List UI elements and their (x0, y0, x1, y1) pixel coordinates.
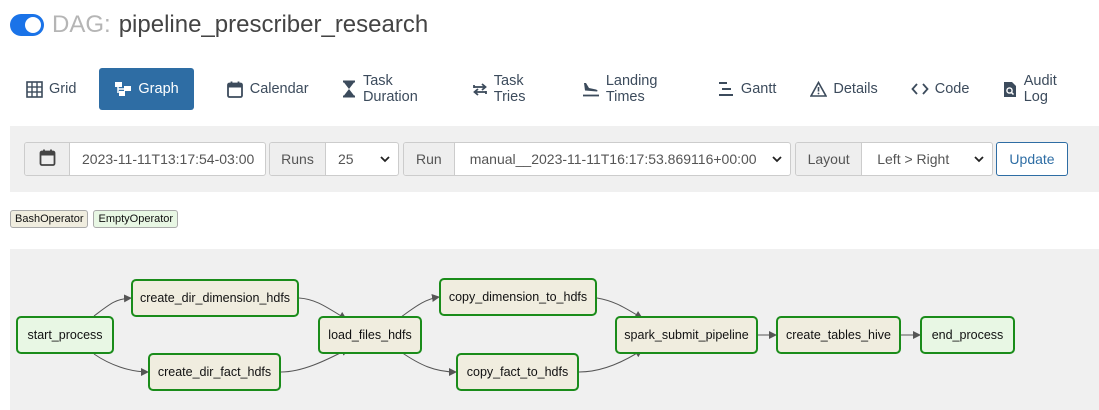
tab-task-tries[interactable]: Task Tries (462, 68, 559, 110)
task-node-create-dir-dimension-hdfs[interactable]: create_dir_dimension_hdfs (131, 279, 299, 317)
tab-code[interactable]: Code (901, 68, 980, 110)
chevron-down-icon (380, 156, 390, 163)
task-node-copy-dimension-to-hdfs[interactable]: copy_dimension_to_hdfs (439, 278, 597, 316)
task-node-load-files-hdfs[interactable]: load_files_hdfs (318, 316, 422, 354)
code-icon (911, 80, 929, 98)
edge (400, 294, 440, 318)
chevron-down-icon (772, 156, 782, 163)
dag-header: DAG: pipeline_prescriber_research (10, 10, 428, 40)
task-node-copy-fact-to-hdfs[interactable]: copy_fact_to_hdfs (456, 353, 579, 391)
runs-label: Runs (270, 143, 326, 175)
dag-pause-toggle[interactable] (10, 14, 44, 36)
edge (596, 297, 643, 319)
operator-legend: BashOperator EmptyOperator (10, 210, 183, 228)
hourglass-icon (342, 80, 357, 98)
tab-code-label: Code (934, 81, 970, 97)
run-group: Run manual__2023-11-11T16:17:53.869116+0… (403, 142, 791, 176)
edge (400, 351, 457, 376)
edge (93, 353, 149, 376)
legend-empty-operator: EmptyOperator (93, 210, 179, 228)
tab-details[interactable]: Details (799, 68, 887, 110)
task-node-end-process[interactable]: end_process (920, 316, 1015, 354)
tab-landing-times-label: Landing Times (605, 73, 658, 105)
dag-graph-canvas[interactable]: start_process create_dir_dimension_hdfs … (10, 249, 1099, 410)
filter-bar: 2023-11-11T13:17:54-03:00 Runs 25 Run ma… (10, 126, 1099, 192)
layout-select[interactable]: Left > Right (862, 143, 992, 175)
legend-bash-operator: BashOperator (10, 210, 89, 228)
base-date-input[interactable]: 2023-11-11T13:17:54-03:00 (70, 143, 265, 175)
dag-label: DAG: (52, 11, 111, 38)
gantt-icon (717, 80, 735, 98)
update-button[interactable]: Update (996, 142, 1068, 176)
dag-title: pipeline_prescriber_research (118, 11, 429, 38)
calendar-icon (226, 80, 244, 98)
tab-gantt-label: Gantt (740, 81, 777, 97)
tab-grid[interactable]: Grid (15, 68, 86, 110)
run-label: Run (404, 143, 455, 175)
base-date-group: 2023-11-11T13:17:54-03:00 (24, 142, 266, 176)
edge (93, 294, 132, 317)
tab-task-tries-label: Task Tries (493, 73, 526, 105)
tab-calendar[interactable]: Calendar (216, 68, 319, 110)
run-select[interactable]: manual__2023-11-11T16:17:53.869116+00:00 (455, 143, 790, 175)
task-node-spark-submit-pipeline[interactable]: spark_submit_pipeline (615, 316, 758, 354)
runs-group: Runs 25 (269, 142, 399, 176)
runs-select[interactable]: 25 (326, 143, 398, 175)
task-node-create-dir-fact-hdfs[interactable]: create_dir_fact_hdfs (148, 353, 281, 391)
grid-icon (25, 80, 43, 98)
tab-audit-log[interactable]: Audit Log (992, 68, 1086, 110)
tab-details-label: Details (833, 81, 878, 97)
tab-calendar-label: Calendar (249, 81, 309, 97)
tab-landing-times[interactable]: Landing Times (572, 68, 694, 110)
runs-select-value: 25 (337, 151, 354, 167)
calendar-icon (39, 149, 56, 169)
graph-icon (114, 80, 132, 98)
tab-grid-label: Grid (49, 81, 77, 97)
tab-audit-log-label: Audit Log (1023, 73, 1057, 105)
tab-task-duration[interactable]: Task Duration (332, 68, 449, 110)
layout-group: Layout Left > Right (795, 142, 993, 176)
tab-gantt[interactable]: Gantt (707, 68, 786, 110)
retry-icon (472, 80, 488, 98)
task-node-create-tables-hive[interactable]: create_tables_hive (776, 316, 901, 354)
tab-graph-label: Graph (138, 81, 179, 97)
chevron-down-icon (974, 156, 984, 163)
task-node-start-process[interactable]: start_process (16, 316, 114, 354)
audit-log-icon (1002, 80, 1017, 98)
base-date-picker-button[interactable] (25, 143, 70, 175)
run-select-value: manual__2023-11-11T16:17:53.869116+00:00 (469, 151, 757, 167)
tab-task-duration-label: Task Duration (362, 73, 418, 105)
landing-icon (582, 80, 600, 98)
layout-select-value: Left > Right (877, 151, 950, 167)
tab-graph[interactable]: Graph (99, 68, 194, 110)
layout-label: Layout (796, 143, 863, 175)
dag-view-tabs: Grid Graph Calendar Task Duration Task T… (15, 68, 1099, 110)
warning-icon (809, 80, 827, 98)
